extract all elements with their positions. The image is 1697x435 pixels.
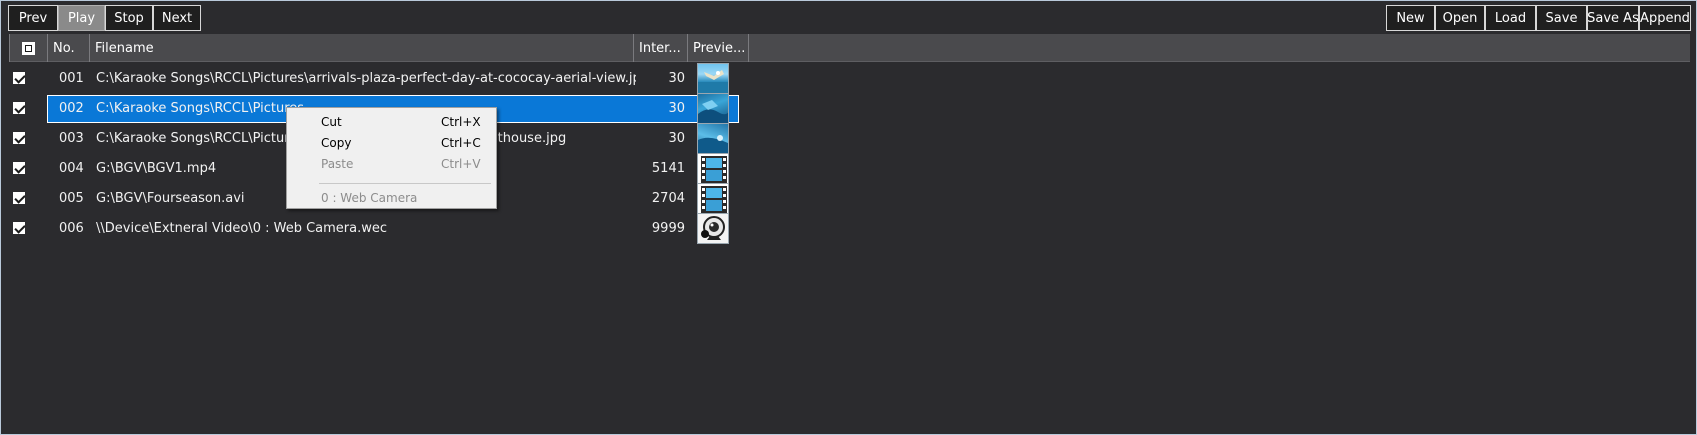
menu-item-shortcut: Ctrl+V — [441, 157, 481, 171]
select-all-checkbox[interactable] — [22, 41, 35, 55]
row-number: 005 — [59, 190, 84, 206]
row-filename: C:\Karaoke Songs\RCCL\Pictures — [96, 130, 296, 146]
open-button[interactable]: Open — [1435, 5, 1485, 31]
row-interval: 30 — [668, 70, 685, 86]
column-preview[interactable]: Previe... — [688, 34, 749, 62]
row-number: 002 — [59, 100, 84, 116]
menu-item-label: Paste — [321, 157, 354, 171]
menu-item-cut[interactable]: Cut Ctrl+X — [321, 112, 491, 132]
list-header: No. Filename Inter... Previe... — [9, 34, 1690, 62]
new-button[interactable]: New — [1386, 5, 1435, 31]
column-interval[interactable]: Inter... — [634, 34, 688, 62]
menu-separator — [319, 183, 491, 184]
row-checkbox[interactable] — [13, 63, 25, 93]
row-interval: 30 — [668, 100, 685, 116]
row-interval: 5141 — [651, 160, 685, 176]
prev-button[interactable]: Prev — [8, 5, 58, 31]
menu-item-shortcut: Ctrl+X — [441, 115, 481, 129]
column-no[interactable]: No. — [48, 34, 90, 62]
photo-thumbnail-icon — [697, 63, 729, 94]
row-number: 001 — [59, 70, 84, 86]
menu-item-copy[interactable]: Copy Ctrl+C — [321, 133, 491, 153]
column-filename[interactable]: Filename — [90, 34, 634, 62]
play-button[interactable]: Play — [58, 5, 105, 31]
menu-item-web-camera[interactable]: 0 : Web Camera — [321, 188, 491, 208]
webcam-icon — [697, 213, 729, 244]
row-number: 004 — [59, 160, 84, 176]
row-number: 006 — [59, 220, 84, 236]
menu-item-label: Cut — [321, 115, 342, 129]
photo-thumbnail-icon — [697, 93, 729, 124]
menu-item-shortcut: Ctrl+C — [441, 136, 481, 150]
video-file-icon — [697, 183, 729, 214]
table-row[interactable]: 006 \\Device\Extneral Video\0 : Web Came… — [9, 213, 739, 244]
menu-item-paste[interactable]: Paste Ctrl+V — [321, 154, 491, 174]
stop-button[interactable]: Stop — [105, 5, 153, 31]
save-button[interactable]: Save — [1536, 5, 1587, 31]
row-interval: 30 — [668, 130, 685, 146]
row-checkbox[interactable] — [13, 93, 25, 123]
row-interval: 9999 — [651, 220, 685, 236]
video-file-icon — [697, 153, 729, 184]
menu-item-label: 0 : Web Camera — [321, 191, 418, 205]
row-interval: 2704 — [651, 190, 685, 206]
select-all-header[interactable] — [9, 34, 48, 62]
row-checkbox[interactable] — [13, 123, 25, 153]
row-filename: C:\Karaoke Songs\RCCL\Pictures\arrivals-… — [96, 70, 636, 86]
row-filename: \\Device\Extneral Video\0 : Web Camera.w… — [96, 220, 388, 236]
save-as-button[interactable]: Save As — [1587, 5, 1639, 31]
photo-thumbnail-icon — [697, 123, 729, 154]
row-number: 003 — [59, 130, 84, 146]
table-row[interactable]: 001 C:\Karaoke Songs\RCCL\Pictures\arriv… — [9, 63, 739, 94]
context-menu: Cut Ctrl+X Copy Ctrl+C Paste Ctrl+V 0 : … — [286, 107, 497, 209]
row-checkbox[interactable] — [13, 183, 25, 213]
row-checkbox[interactable] — [13, 153, 25, 183]
row-checkbox[interactable] — [13, 213, 25, 243]
append-button[interactable]: Append — [1639, 5, 1691, 31]
playlist-window: Prev Play Stop Next New Open Load Save S… — [0, 0, 1697, 435]
load-button[interactable]: Load — [1485, 5, 1536, 31]
next-button[interactable]: Next — [153, 5, 201, 31]
menu-item-label: Copy — [321, 136, 352, 150]
